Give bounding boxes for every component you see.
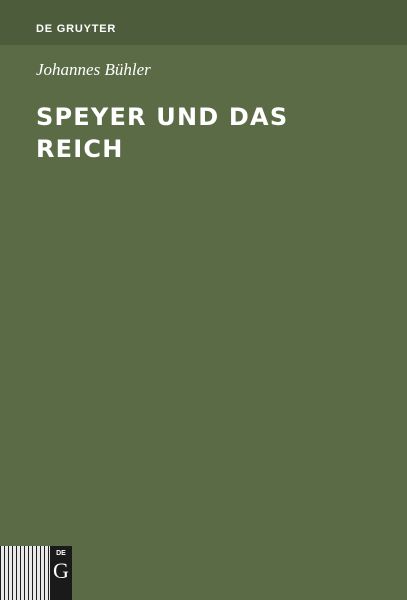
logo-de-text: DE (56, 550, 66, 557)
title-line: SPEYER UND DAS (36, 103, 289, 131)
title-line: REICH (36, 135, 124, 163)
publisher-name: DE GRUYTER (36, 23, 117, 35)
author-name: Johannes Bühler (36, 60, 151, 79)
book-title: SPEYER UND DAS REICH (36, 101, 376, 165)
hatch-pattern-icon (0, 546, 50, 600)
logo-g-letter: G (53, 558, 69, 583)
publisher-logo: DE G (0, 546, 72, 600)
book-cover: DE GRUYTER Johannes Bühler SPEYER UND DA… (0, 0, 407, 600)
degruyter-logo-icon: DE G (50, 546, 72, 600)
